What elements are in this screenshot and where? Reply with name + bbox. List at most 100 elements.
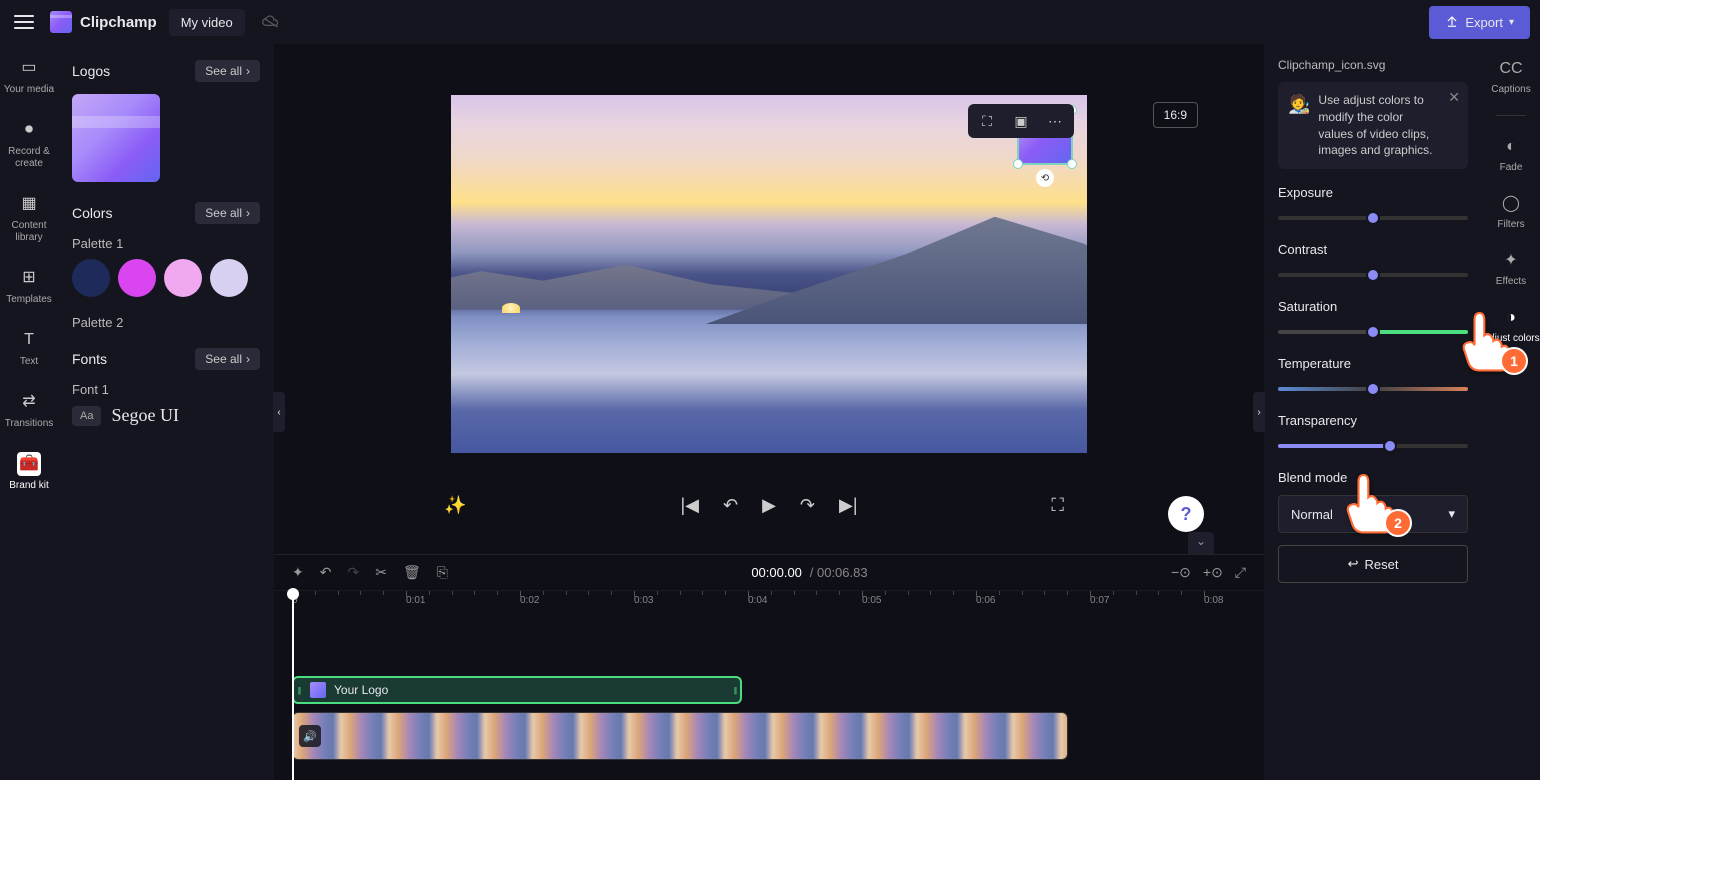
collapse-timeline[interactable]: ⌄ [1188, 532, 1214, 554]
app-logo[interactable]: Clipchamp [50, 11, 157, 33]
rotate-handle[interactable]: ⟲ [1036, 169, 1054, 187]
more-icon[interactable]: ⋯ [1042, 110, 1068, 132]
rail-fade[interactable]: ◐ Fade [1500, 136, 1523, 173]
rail-captions[interactable]: CC Captions [1491, 58, 1530, 95]
captions-icon: CC [1500, 58, 1522, 80]
menu-button[interactable] [10, 8, 38, 36]
reset-button[interactable]: ↩ Reset [1278, 545, 1468, 583]
color-swatch[interactable] [164, 259, 202, 297]
brand-kit-panel: Logos See all › Colors See all › Palette… [58, 44, 274, 780]
nav-content-library[interactable]: ▦ Content library [0, 190, 58, 246]
nav-text[interactable]: T Text [15, 326, 43, 370]
chevron-down-icon: ▾ [1448, 506, 1455, 522]
blend-mode-select[interactable]: Normal ▾ [1278, 495, 1468, 533]
close-icon[interactable]: ✕ [1448, 88, 1460, 108]
skip-forward-icon[interactable]: ▶| [839, 495, 858, 516]
trim-handle-left[interactable] [296, 678, 302, 702]
collapse-right-panel[interactable]: › [1253, 392, 1265, 432]
undo-icon[interactable]: ↶ [320, 564, 332, 581]
help-button[interactable]: ? [1168, 496, 1204, 532]
color-swatch[interactable] [210, 259, 248, 297]
nav-label: Transitions [5, 418, 54, 430]
zoom-out-icon[interactable]: −⊙ [1171, 564, 1191, 581]
play-icon[interactable]: ▶ [762, 495, 776, 516]
color-swatch[interactable] [118, 259, 156, 297]
sync-icon[interactable] [261, 15, 281, 29]
blend-mode-value: Normal [1291, 507, 1333, 522]
time-current: 00:00.00 [751, 565, 802, 580]
skip-back-icon[interactable]: |◀ [680, 495, 699, 516]
saturation-slider[interactable] [1278, 324, 1468, 340]
contrast-slider[interactable] [1278, 267, 1468, 283]
ruler-tick: 0:02 [520, 595, 539, 606]
resize-handle[interactable] [1013, 159, 1023, 169]
nav-brand-kit[interactable]: 🧰 Brand kit [7, 450, 50, 494]
fit-icon[interactable]: ⤢ [1235, 564, 1246, 581]
color-swatch[interactable] [72, 259, 110, 297]
ruler-tick: 0:06 [976, 595, 995, 606]
nav-transitions[interactable]: ⇄ Transitions [3, 388, 56, 432]
resize-handle[interactable] [1067, 159, 1077, 169]
zoom-in-icon[interactable]: +⊙ [1203, 564, 1223, 581]
see-all-label: See all [205, 64, 242, 78]
ruler-tick: 0:08 [1204, 595, 1223, 606]
selected-clip-name: Clipchamp_icon.svg [1278, 58, 1468, 72]
font-item[interactable]: Aa Segoe UI [72, 405, 260, 426]
nav-label: Your media [4, 84, 54, 96]
nav-record-create[interactable]: ⏺ Record & create [0, 116, 58, 172]
timeline-tracks: Your Logo 🔊 [274, 616, 1264, 780]
nav-templates[interactable]: ⊞ Templates [4, 264, 54, 308]
trash-icon[interactable]: 🗑 [403, 564, 421, 581]
crop-icon[interactable]: ⛶ [974, 110, 1000, 132]
aspect-ratio-button[interactable]: 16:9 [1153, 102, 1198, 128]
timeline-ruler[interactable]: 00:010:020:030:040:050:060:070:08 [274, 590, 1264, 616]
project-title[interactable]: My video [169, 9, 245, 36]
trim-handle-right[interactable] [732, 678, 738, 702]
collapse-left-panel[interactable]: ‹ [273, 392, 285, 432]
timeline-toolbar: ✦ ↶ ↷ ✂ 🗑 ⎘ 00:00.00 / 00:06.83 −⊙ +⊙ ⤢ [274, 554, 1264, 590]
filters-icon: ◯ [1500, 193, 1522, 215]
mute-icon[interactable]: 🔊 [299, 725, 321, 747]
rail-effects[interactable]: ✦ Effects [1496, 250, 1526, 287]
magic-icon[interactable]: ✦ [292, 564, 304, 581]
playhead[interactable] [292, 591, 294, 780]
export-button[interactable]: Export ▾ [1429, 6, 1530, 39]
clipchamp-icon [50, 11, 72, 33]
effects-icon[interactable]: ✨ [444, 495, 466, 516]
rail-filters[interactable]: ◯ Filters [1497, 193, 1524, 230]
video-clip[interactable]: 🔊 [292, 712, 1068, 760]
logo-clip[interactable]: Your Logo [292, 676, 742, 704]
scissors-icon[interactable]: ✂ [375, 564, 387, 581]
app-name: Clipchamp [80, 14, 157, 31]
editor-center: ‹ › ⛶ ▣ ⋯ 16:9 ⟲ [274, 44, 1264, 780]
exposure-slider[interactable] [1278, 210, 1468, 226]
rewind-10-icon[interactable]: ↶ [723, 495, 738, 516]
pip-icon[interactable]: ▣ [1008, 110, 1034, 132]
palette-1-swatches [72, 259, 260, 297]
logo-thumbnail[interactable] [72, 94, 160, 182]
fullscreen-icon[interactable]: ⛶ [1051, 495, 1064, 516]
transparency-slider[interactable] [1278, 438, 1468, 454]
see-all-fonts[interactable]: See all › [195, 348, 260, 370]
camera-icon: ⏺ [17, 118, 41, 142]
see-all-colors[interactable]: See all › [195, 202, 260, 224]
ruler-tick: 0:05 [862, 595, 881, 606]
see-all-logos[interactable]: See all › [195, 60, 260, 82]
fonts-title: Fonts [72, 351, 107, 367]
nav-label: Record & create [2, 146, 56, 170]
chevron-right-icon: › [246, 206, 250, 220]
temperature-slider[interactable] [1278, 381, 1468, 397]
ruler-tick: 0:04 [748, 595, 767, 606]
forward-10-icon[interactable]: ↷ [800, 495, 815, 516]
tip-text: Use adjust colors to modify the color va… [1318, 92, 1440, 159]
redo-icon[interactable]: ↷ [347, 564, 359, 581]
logos-title: Logos [72, 63, 110, 79]
palette-2-label: Palette 2 [72, 315, 260, 330]
nav-your-media[interactable]: ▭ Your media [2, 54, 56, 98]
duplicate-icon[interactable]: ⎘ [437, 564, 448, 581]
transitions-icon: ⇄ [17, 390, 41, 414]
chevron-right-icon: › [246, 64, 250, 78]
video-canvas[interactable]: ⟲ [451, 95, 1087, 453]
rail-adjust-colors[interactable]: ◑ Adjust colors [1482, 307, 1539, 344]
saturation-label: Saturation [1278, 299, 1468, 314]
